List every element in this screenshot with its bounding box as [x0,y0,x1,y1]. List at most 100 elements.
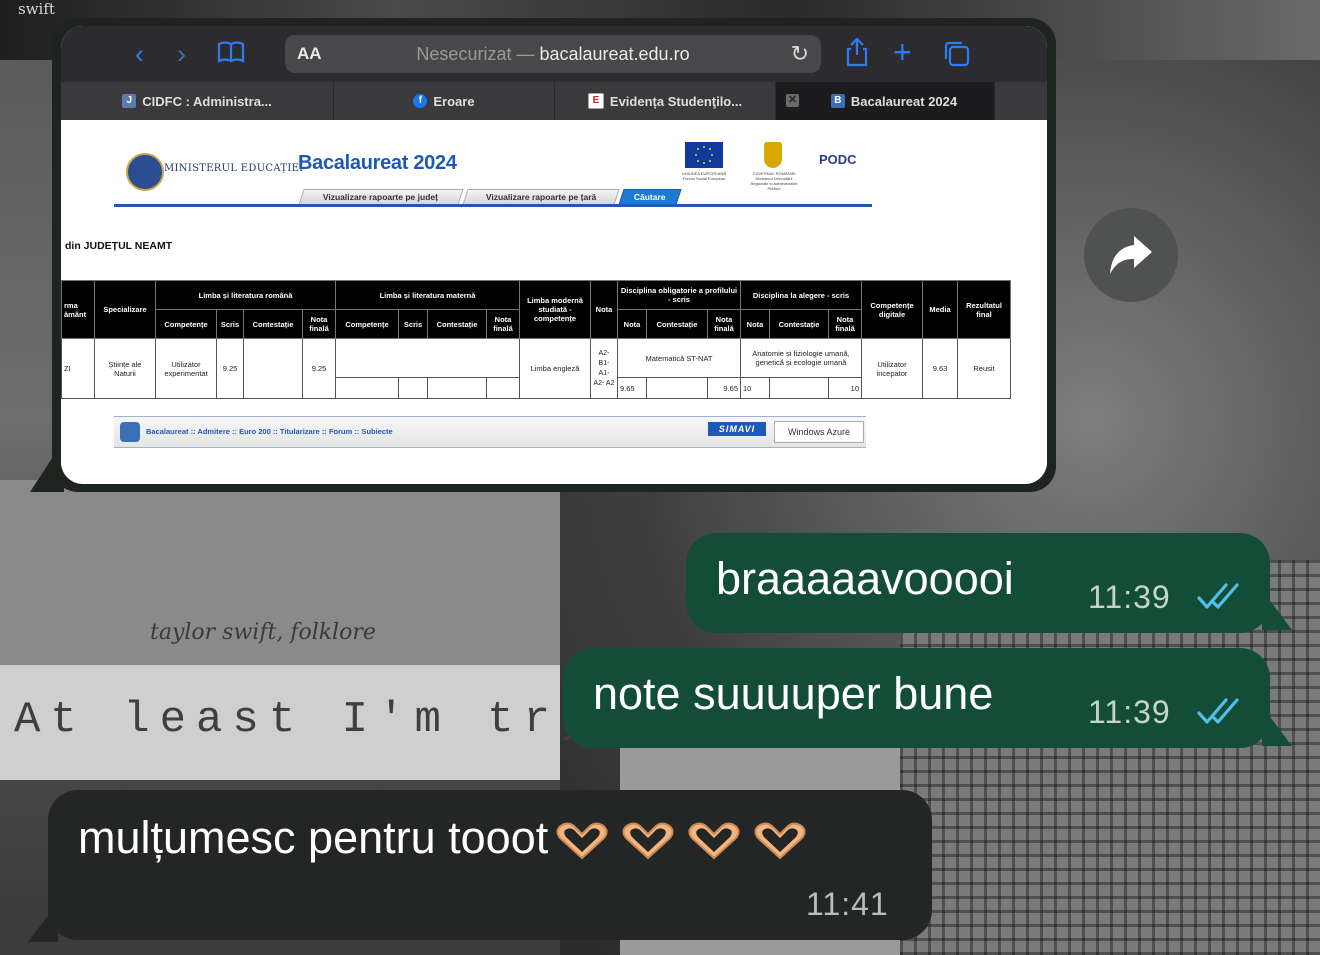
browser-toolbar: ‹ › AA Nesecurizat — bacalaureat.edu.ro … [61,26,1047,82]
nav-underline [114,204,872,207]
nav-tab-judet[interactable]: Vizualizare rapoarte pe județ [298,189,464,205]
tabs-icon[interactable] [943,40,971,75]
browser-tab-bar: J CIDFC : Administra... f Eroare E Evide… [61,82,1047,120]
tab-cidfc[interactable]: J CIDFC : Administra... [61,82,334,120]
cell-romana-competente: Utilizator experimentat [155,338,217,399]
cell-specializare: Științe ale Naturii [94,338,156,399]
heart-hands-emoji [556,822,608,860]
col-materna: Limba și literatura maternă [335,280,520,310]
cell-obligatorie-contestatie [646,377,708,399]
heart-hands-emoji [688,822,740,860]
results-table: rma ământ Specializare Limba și literatu… [61,280,1011,399]
table-row: ZI Științe ale Naturii Utilizator experi… [61,338,1011,399]
back-arrow-icon[interactable]: ‹ [135,38,144,70]
share-icon[interactable] [845,37,869,74]
col-rezultat: Rezultatul final [957,280,1011,339]
tab-bacalaureat[interactable]: ✕ B Bacalaureat 2024 [776,82,995,120]
message-text: note suuuuper bune [593,668,994,719]
col-media: Media [922,280,958,339]
forward-button[interactable] [1084,208,1178,302]
heart-hands-emoji [754,822,806,860]
heart-hands-emoji [622,822,674,860]
book-icon[interactable] [217,39,245,71]
cell-alegere-contestatie [769,377,829,399]
nav-tab-tara[interactable]: Vizualizare rapoarte pe țară [462,189,620,205]
address-bar[interactable]: AA Nesecurizat — bacalaureat.edu.ro ↻ [285,35,821,73]
col-nota: Nota [617,309,647,339]
page-footer: Bacalaureat :: Admitere :: Euro 200 :: T… [114,416,866,448]
page-title: Bacalaureat 2024 [298,152,457,174]
wallpaper-album-text: taylor swift, folklore [150,620,376,645]
col-contestatie: Contestație [243,309,303,339]
message-text-content: mulțumesc pentru tooot [78,812,549,863]
col-scris: Scris [216,309,244,339]
address-text: Nesecurizat — bacalaureat.edu.ro [285,44,821,65]
podca-logo: PODC [819,152,857,167]
cell-alegere-finala: 10 [828,377,862,399]
read-double-check-icon [1197,698,1239,724]
message-text: mulțumesc pentru tooot [78,812,810,864]
col-contestatie: Contestație [769,309,829,339]
col-contestatie: Contestație [427,309,487,339]
cell-obligatorie-disciplina: Matematică ST-NAT [617,338,741,378]
outgoing-message[interactable]: braaaaavooooi 11:39 [686,533,1270,633]
outgoing-message[interactable]: note suuuuper bune 11:39 [563,648,1270,748]
forward-arrow-icon[interactable]: › [177,38,186,70]
col-competente: Competențe [335,309,399,339]
romania-crest-logo [764,142,782,168]
county-heading: din JUDEȚUL NEAMT [65,240,173,252]
cell-romana-finala: 9.25 [302,338,336,399]
cell-obligatorie-finala: 9.65 [707,377,741,399]
wallpaper-typed-text: At least I'm tryi [14,695,633,745]
message-time: 11:41 [806,886,889,922]
col-romana: Limba și literatura română [155,280,336,310]
wallpaper-corner-text: swift [18,0,55,18]
close-tab-icon[interactable]: ✕ [786,94,799,107]
eu-caption: UNIUNEA EUROPEANĂ Fondul Social European [681,171,726,181]
simavi-logo: SIMAVI [708,422,766,436]
footer-links[interactable]: Bacalaureat :: Admitere :: Euro 200 :: T… [146,427,393,436]
cell-materna-competente [335,377,399,399]
cell-materna-empty [335,338,520,378]
address-host: bacalaureat.edu.ro [539,44,690,64]
tab-label: CIDFC : Administra... [142,93,272,109]
forward-share-icon [1110,236,1152,274]
cell-materna-finala [486,377,520,399]
nav-tab-cautare[interactable]: Căutare [618,189,682,205]
tab-evidenta[interactable]: E Evidența Studenţilo... [555,82,776,120]
col-nota-finala: Nota finală [707,309,741,339]
cidfc-favicon: J [122,94,137,108]
cell-media: 9.63 [922,338,958,399]
message-time: 11:39 [1088,694,1171,730]
col-scris: Scris [398,309,428,339]
col-nota-finala: Nota finală [828,309,862,339]
eu-flag-logo [685,142,723,168]
cell-forma: ZI [61,338,95,399]
webpage-content: MINISTERUL EDUCAȚIEI Bacalaureat 2024 UN… [61,120,1047,484]
read-double-check-icon [1197,583,1239,609]
tab-label: Eroare [433,93,475,109]
screenshot-image[interactable]: ‹ › AA Nesecurizat — bacalaureat.edu.ro … [61,26,1047,484]
col-digitale: Competențe digitale [861,280,923,339]
cell-romana-contestatie [243,338,303,399]
incoming-message[interactable]: mulțumesc pentru tooot 11:41 [48,790,932,940]
evidenta-favicon: E [587,93,604,109]
col-competente: Competențe [155,309,217,339]
cell-alegere-nota: 10 [740,377,770,399]
footer-mascot-icon [120,422,140,442]
reload-icon[interactable]: ↻ [791,41,809,67]
ministry-name: MINISTERUL EDUCAȚIEI [164,163,304,174]
cell-nota-niveluri: A2- B1- A1- A2- A2 [590,338,618,399]
cell-moderna: Limba engleză [519,338,591,399]
col-moderna: Limba modernă studiată - competențe [519,280,591,339]
message-text: braaaaavooooi [716,553,1014,604]
romania-caption: GUVERNUL ROMÂNIEI Ministerul Dezvoltării… [750,171,798,191]
tab-label: Evidența Studenţilo... [609,93,743,109]
cell-digitale: Utilizator incepator [861,338,923,399]
cell-alegere-disciplina: Anatomie și fiziologie umană, genetică ș… [740,338,862,378]
windows-azure-logo: Windows Azure [774,421,864,443]
plus-icon[interactable]: + [893,36,912,68]
tab-eroare[interactable]: f Eroare [334,82,555,120]
col-nota-finala: Nota finală [486,309,520,339]
col-alegere: Disciplina la alegere - scris [740,280,862,310]
